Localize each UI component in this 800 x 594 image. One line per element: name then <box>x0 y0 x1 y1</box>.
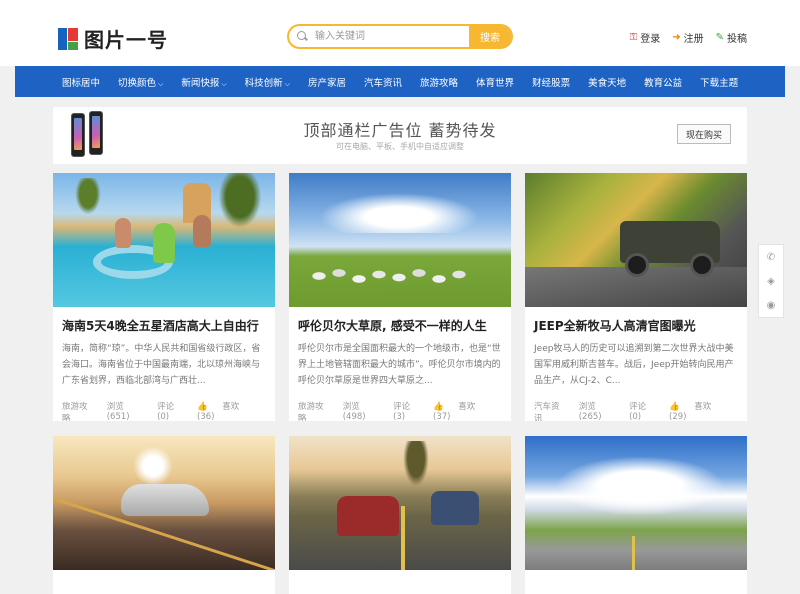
nav-item[interactable]: 体育世界 <box>476 75 514 89</box>
nav-item-label: 下载主题 <box>700 77 739 89</box>
register-link[interactable]: ➜ 注册 <box>672 30 703 45</box>
register-label: 注册 <box>683 34 704 45</box>
thumb-up-icon: 👍 <box>433 402 444 412</box>
submit-link[interactable]: ✎ 投稿 <box>716 30 747 45</box>
user-icon: ⚿ <box>629 32 638 43</box>
article-thumbnail[interactable] <box>525 436 747 570</box>
register-icon: ➜ <box>672 32 681 43</box>
nav-item-label: 体育世界 <box>476 77 515 89</box>
search-button[interactable]: 搜索 <box>469 26 511 47</box>
article-excerpt: Jeep牧马人的历史可以追溯到第二次世界大战中美国军用威利斯吉普车。战后，Jee… <box>534 344 734 386</box>
top-ad-banner[interactable]: 顶部通栏广告位 蓄势待发 可在电脑、平板、手机中自适应调整 现在购买 <box>53 107 747 164</box>
article-card[interactable]: 呼伦贝尔大草原, 感受不一样的人生呼伦贝尔市是全国面积最大的一个地级市，也是“世… <box>289 173 511 421</box>
logo-text: 图片一号 <box>84 28 168 52</box>
article-card[interactable]: JEEP全新牧马人高清官图曝光 Jeep牧马人的历史可以追溯到第二次世界大战中美国… <box>525 173 747 421</box>
login-label: 登录 <box>640 34 661 45</box>
article-thumbnail[interactable] <box>53 436 275 570</box>
nav-item[interactable]: 切换颜色 ⌵ <box>118 75 163 89</box>
nav-item[interactable]: 下载主题 <box>700 75 738 89</box>
nav-item-label: 教育公益 <box>644 77 683 89</box>
comment-count[interactable]: 评论(0) <box>157 400 185 421</box>
nav-item[interactable]: 新闻快报 ⌵ <box>181 75 226 89</box>
like-button[interactable]: 👍 喜欢(36) <box>197 400 266 421</box>
nav-item-label: 美食天地 <box>588 77 627 89</box>
article-excerpt: 呼伦贝尔市是全国面积最大的一个地级市，也是“世界上土地管辖面积最大的城市”。呼伦… <box>298 344 501 386</box>
thumb-up-icon: 👍 <box>669 402 680 412</box>
comment-count[interactable]: 评论(3) <box>393 400 421 421</box>
search-icon <box>289 26 311 47</box>
buy-now-button[interactable]: 现在购买 <box>677 124 731 144</box>
submit-label: 投稿 <box>727 34 747 45</box>
like-button[interactable]: 👍 喜欢(29) <box>669 400 738 421</box>
chevron-down-icon: ⌵ <box>284 79 290 88</box>
login-link[interactable]: ⚿ 登录 <box>630 30 661 45</box>
site-logo[interactable]: 图片一号 <box>58 24 168 53</box>
article-thumbnail[interactable] <box>289 173 511 307</box>
chevron-down-icon: ⌵ <box>158 79 164 88</box>
nav-item[interactable]: 旅游攻略 <box>420 75 458 89</box>
wechat-icon[interactable]: ◈ <box>767 276 775 287</box>
nav-item-label: 房产家居 <box>308 77 347 89</box>
article-thumbnail[interactable] <box>53 173 275 307</box>
article-category[interactable]: 旅游攻略 <box>298 400 331 421</box>
search-input[interactable] <box>311 26 469 47</box>
weibo-icon[interactable]: ◉ <box>767 300 776 311</box>
article-card[interactable] <box>289 436 511 594</box>
like-button[interactable]: 👍 喜欢(37) <box>433 400 502 421</box>
article-title[interactable]: 呼伦贝尔大草原, 感受不一样的人生 <box>298 317 487 334</box>
article-thumbnail[interactable] <box>525 173 747 307</box>
nav-item[interactable]: 房产家居 <box>308 75 346 89</box>
article-meta: 汽车资讯 浏览(265) 评论(0) 👍 喜欢(29) <box>534 400 738 421</box>
article-card[interactable] <box>525 436 747 594</box>
logo-mark-icon <box>58 27 78 50</box>
nav-item-label: 汽车资讯 <box>364 77 403 89</box>
thumb-up-icon: 👍 <box>197 402 208 412</box>
nav-item-label: 科技创新 <box>244 77 283 89</box>
article-card[interactable]: 海南5天4晚全五星酒店高大上自由行海南，简称“琼”。中华人民共和国省级行政区，省… <box>53 173 275 421</box>
nav-item[interactable]: 财经股票 <box>532 75 570 89</box>
edit-icon: ✎ <box>715 32 724 43</box>
article-meta: 旅游攻略 浏览(498) 评论(3) 👍 喜欢(37) <box>298 400 502 421</box>
article-category[interactable]: 旅游攻略 <box>62 400 95 421</box>
nav-item-label: 切换颜色 <box>118 77 157 89</box>
article-title[interactable]: JEEP全新牧马人高清官图曝光 <box>534 317 696 334</box>
view-count: 浏览(498) <box>342 402 366 421</box>
site-header: 图片一号 搜索 ⚿ 登录 ➜ 注册 ✎ 投稿 <box>0 0 800 66</box>
nav-item[interactable]: 科技创新 ⌵ <box>245 75 290 89</box>
nav-item-label: 旅游攻略 <box>420 77 459 89</box>
ad-title: 顶部通栏广告位 蓄势待发 <box>303 121 497 140</box>
article-meta: 旅游攻略 浏览(651) 评论(0) 👍 喜欢(36) <box>62 400 266 421</box>
nav-item[interactable]: 汽车资讯 <box>364 75 402 89</box>
comment-count[interactable]: 评论(0) <box>629 400 657 421</box>
search-box: 搜索 <box>287 24 513 49</box>
phone-icon[interactable]: ✆ <box>767 252 775 263</box>
user-links: ⚿ 登录 ➜ 注册 ✎ 投稿 <box>630 30 747 45</box>
nav-item[interactable]: 图标居中 <box>62 75 100 89</box>
side-float-toolbar: ✆ ◈ ◉ <box>758 244 784 318</box>
article-category[interactable]: 汽车资讯 <box>534 400 567 421</box>
view-count: 浏览(265) <box>578 402 602 421</box>
nav-item-label: 财经股票 <box>532 77 571 89</box>
article-card[interactable] <box>53 436 275 594</box>
ad-subtitle: 可在电脑、平板、手机中自适应调整 <box>336 142 464 151</box>
main-nav: 图标居中 切换颜色 ⌵ 新闻快报 ⌵ 科技创新 ⌵ 房产家居 汽车资讯 旅游攻略 体育世界 财经股票美… <box>15 66 785 97</box>
chevron-down-icon: ⌵ <box>221 79 227 88</box>
nav-item[interactable]: 美食天地 <box>588 75 626 89</box>
nav-item-label: 新闻快报 <box>181 77 220 89</box>
nav-item[interactable]: 教育公益 <box>644 75 682 89</box>
view-count: 浏览(651) <box>106 402 130 421</box>
article-thumbnail[interactable] <box>289 436 511 570</box>
nav-item-label: 图标居中 <box>62 77 101 89</box>
article-excerpt: 海南，简称“琼”。中华人民共和国省级行政区，省会海口。海南省位于中国最南端，北以… <box>62 344 261 386</box>
article-title[interactable]: 海南5天4晚全五星酒店高大上自由行 <box>62 317 259 334</box>
